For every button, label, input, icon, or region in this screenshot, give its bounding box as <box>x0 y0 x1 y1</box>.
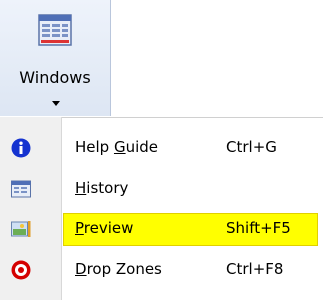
info-icon <box>11 138 31 158</box>
history-icon <box>11 180 31 198</box>
menu-top-border <box>62 117 323 118</box>
menu-item-shortcut: Ctrl+F8 <box>226 260 284 278</box>
windows-ribbon-button[interactable]: Windows <box>0 0 111 116</box>
drop-zones-icon <box>11 260 31 280</box>
menu-item-label: Help Guide <box>75 138 159 156</box>
menu-item-shortcut: Ctrl+G <box>226 138 277 156</box>
menu-item-label: History <box>75 179 129 197</box>
windows-label: Windows <box>19 68 91 87</box>
menu-item-label: Drop Zones <box>75 260 162 278</box>
menu-item-history[interactable]: History <box>0 170 323 208</box>
menu-item-label: Preview <box>75 219 134 237</box>
windows-icon <box>38 14 72 46</box>
menu-item-shortcut: Shift+F5 <box>226 219 291 237</box>
preview-icon <box>11 221 31 237</box>
windows-dropdown-menu: Help Guide Ctrl+G History Preview Shift+… <box>0 117 323 300</box>
menu-item-help-guide[interactable]: Help Guide Ctrl+G <box>0 129 323 167</box>
menu-item-preview[interactable]: Preview Shift+F5 <box>0 210 323 248</box>
dropdown-arrow-icon <box>52 101 60 106</box>
menu-item-drop-zones[interactable]: Drop Zones Ctrl+F8 <box>0 251 323 289</box>
